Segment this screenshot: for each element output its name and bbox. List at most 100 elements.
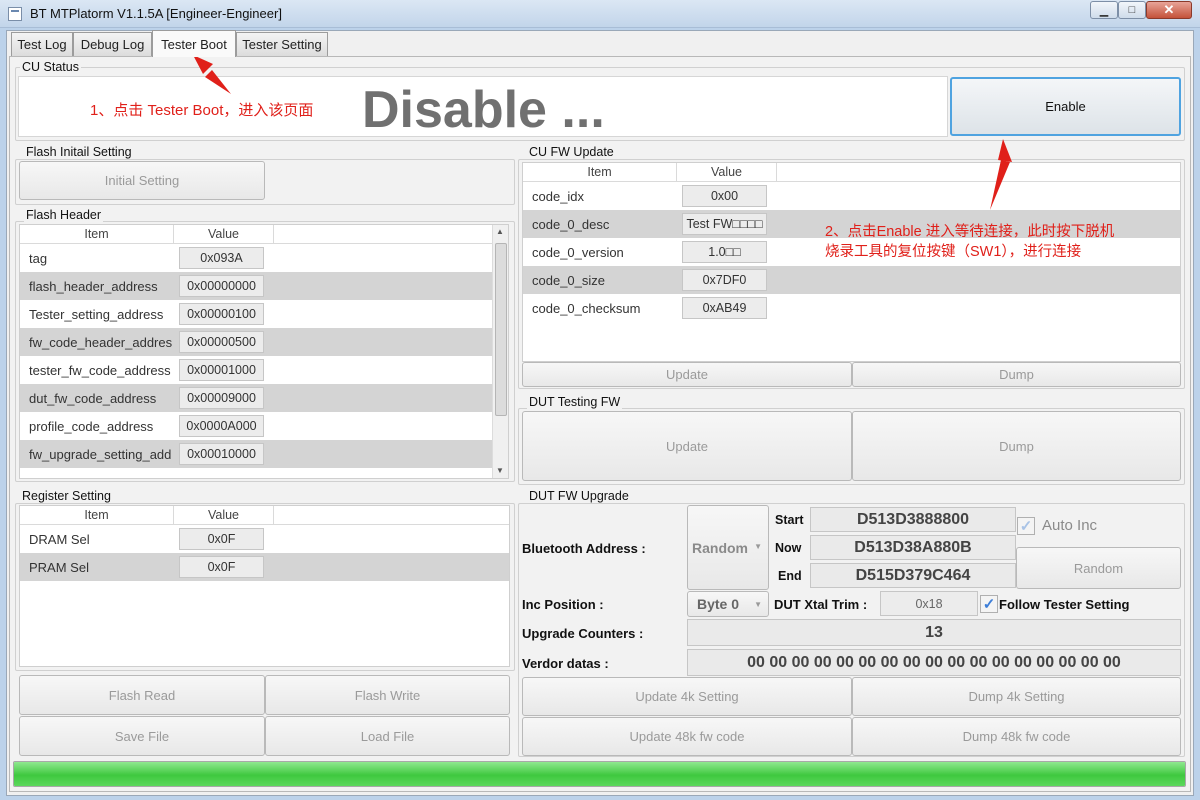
initial-setting-button[interactable]: Initial Setting [19, 161, 265, 200]
inc-position-label: Inc Position : [522, 597, 604, 612]
table-row[interactable]: code_0_checksum 0xAB49 [523, 294, 1180, 322]
end-label: End [778, 569, 802, 583]
scroll-up-icon[interactable]: ▲ [496, 227, 504, 236]
row-value[interactable]: 0x00 [682, 185, 767, 207]
row-value[interactable]: Test FW□□□□ [682, 213, 767, 235]
cu-fw-update-title: CU FW Update [527, 145, 616, 159]
row-item: flash_header_address [29, 278, 158, 294]
start-address-field[interactable]: D513D3888800 [810, 507, 1016, 532]
upgrade-counters-label: Upgrade Counters : [522, 626, 644, 641]
end-address-field[interactable]: D515D379C464 [810, 563, 1016, 588]
progress-bar-fill [14, 762, 1185, 786]
row-value[interactable]: 0x00001000 [179, 359, 264, 381]
row-item: Tester_setting_address [29, 306, 164, 322]
enable-button[interactable]: Enable [950, 77, 1181, 136]
progress-bar [13, 761, 1186, 787]
cu-status-title: CU Status [20, 60, 81, 74]
save-file-button[interactable]: Save File [19, 716, 265, 756]
dut-testing-update-button[interactable]: Update [522, 411, 852, 481]
row-value[interactable]: 0x00010000 [179, 443, 264, 465]
table-header: Item Value [523, 163, 1180, 182]
table-row[interactable]: PRAM Sel 0x0F [20, 553, 509, 581]
row-item: fw_code_header_address [29, 334, 172, 350]
load-file-button[interactable]: Load File [265, 716, 510, 756]
row-value[interactable]: 0x00009000 [179, 387, 264, 409]
update-4k-setting-button[interactable]: Update 4k Setting [522, 677, 852, 716]
tab-test-log[interactable]: Test Log [11, 32, 73, 56]
dump-4k-setting-button[interactable]: Dump 4k Setting [852, 677, 1181, 716]
column-header-item: Item [523, 163, 677, 181]
row-value[interactable]: 0x00000500 [179, 331, 264, 353]
row-item: code_0_version [532, 244, 624, 260]
minimize-button[interactable]: ▁ [1090, 1, 1118, 19]
row-value[interactable]: 0xAB49 [682, 297, 767, 319]
row-value[interactable]: 0x7DF0 [682, 269, 767, 291]
inc-position-select[interactable]: Byte 0 ▼ [687, 591, 769, 617]
row-item: DRAM Sel [29, 531, 90, 547]
table-row[interactable]: dut_fw_code_address 0x00009000 [20, 384, 508, 412]
dut-testing-dump-button[interactable]: Dump [852, 411, 1181, 481]
auto-inc-checkbox[interactable]: ✓ [1017, 517, 1035, 535]
row-item: code_0_checksum [532, 300, 641, 316]
flash-write-button[interactable]: Flash Write [265, 675, 510, 715]
column-header-value: Value [174, 225, 274, 243]
table-row[interactable]: DRAM Sel 0x0F [20, 525, 509, 553]
row-item: code_0_size [532, 272, 605, 288]
dump-48k-fw-button[interactable]: Dump 48k fw code [852, 717, 1181, 756]
table-row[interactable]: tag 0x093A [20, 244, 508, 272]
auto-inc-label: Auto Inc [1042, 517, 1098, 534]
close-button[interactable]: ✕ [1146, 1, 1192, 19]
column-header-item: Item [20, 225, 174, 243]
cu-fw-dump-button[interactable]: Dump [852, 362, 1181, 387]
scroll-down-icon[interactable]: ▼ [496, 466, 504, 475]
table-row[interactable]: fw_code_header_address 0x00000500 [20, 328, 508, 356]
table-row[interactable]: code_idx 0x00 [523, 182, 1180, 210]
inc-position-value: Byte 0 [697, 596, 740, 612]
annotation-step2-line1: 2、点击Enable 进入等待连接，此时按下脱机 [825, 224, 1115, 240]
follow-tester-checkbox[interactable]: ✓ [980, 595, 998, 613]
row-value[interactable]: 1.0□□ [682, 241, 767, 263]
xtal-trim-field[interactable]: 0x18 [880, 591, 978, 616]
vendor-datas-label: Verdor datas : [522, 656, 609, 671]
vendor-datas-field[interactable]: 00 00 00 00 00 00 00 00 00 00 00 00 00 0… [687, 649, 1181, 676]
row-item: code_0_desc [532, 216, 610, 232]
upgrade-counters-field[interactable]: 13 [687, 619, 1181, 646]
row-value[interactable]: 0x0F [179, 556, 264, 578]
row-value[interactable]: 0x00000000 [179, 275, 264, 297]
cu-status-state: Disable ... [362, 81, 605, 139]
table-header: Item Value [20, 506, 509, 525]
table-row[interactable]: tester_fw_code_address 0x00001000 [20, 356, 508, 384]
table-row[interactable]: flash_header_address 0x00000000 [20, 272, 508, 300]
table-header: Item Value [20, 225, 508, 244]
now-address-field[interactable]: D513D38A880B [810, 535, 1016, 560]
table-row[interactable]: profile_code_address 0x0000A000 [20, 412, 508, 440]
row-item: dut_fw_code_address [29, 390, 157, 406]
register-setting-table: Item Value DRAM Sel 0x0F PRAM Sel 0x0F [19, 505, 510, 667]
random-button[interactable]: Random [1016, 547, 1181, 589]
address-mode-select[interactable]: Random ▼ [687, 505, 769, 590]
register-setting-title: Register Setting [20, 489, 113, 503]
tab-debug-log[interactable]: Debug Log [73, 32, 152, 56]
tab-tester-boot[interactable]: Tester Boot [152, 30, 236, 57]
flash-header-scrollbar[interactable]: ▲ ▼ [492, 225, 508, 478]
cu-fw-update-button[interactable]: Update [522, 362, 852, 387]
row-value[interactable]: 0x0000A000 [179, 415, 264, 437]
table-row[interactable]: fw_upgrade_setting_address 0x00010000 [20, 440, 508, 468]
chevron-down-icon: ▼ [754, 600, 762, 609]
table-row[interactable]: code_0_size 0x7DF0 [523, 266, 1180, 294]
row-value[interactable]: 0x00000100 [179, 303, 264, 325]
maximize-button[interactable]: □ [1118, 1, 1146, 19]
row-value[interactable]: 0x093A [179, 247, 264, 269]
scroll-thumb[interactable] [495, 243, 507, 416]
window-title: BT MTPlatorm V1.1.5A [Engineer-Engineer] [30, 6, 282, 21]
update-48k-fw-button[interactable]: Update 48k fw code [522, 717, 852, 756]
flash-read-button[interactable]: Flash Read [19, 675, 265, 715]
row-value[interactable]: 0x0F [179, 528, 264, 550]
tab-tester-setting[interactable]: Tester Setting [236, 32, 328, 56]
app-icon [8, 7, 22, 21]
start-label: Start [775, 513, 804, 527]
flash-initial-title: Flash Initail Setting [24, 145, 134, 159]
flash-header-title: Flash Header [24, 208, 104, 222]
column-header-value: Value [677, 163, 777, 181]
table-row[interactable]: Tester_setting_address 0x00000100 [20, 300, 508, 328]
